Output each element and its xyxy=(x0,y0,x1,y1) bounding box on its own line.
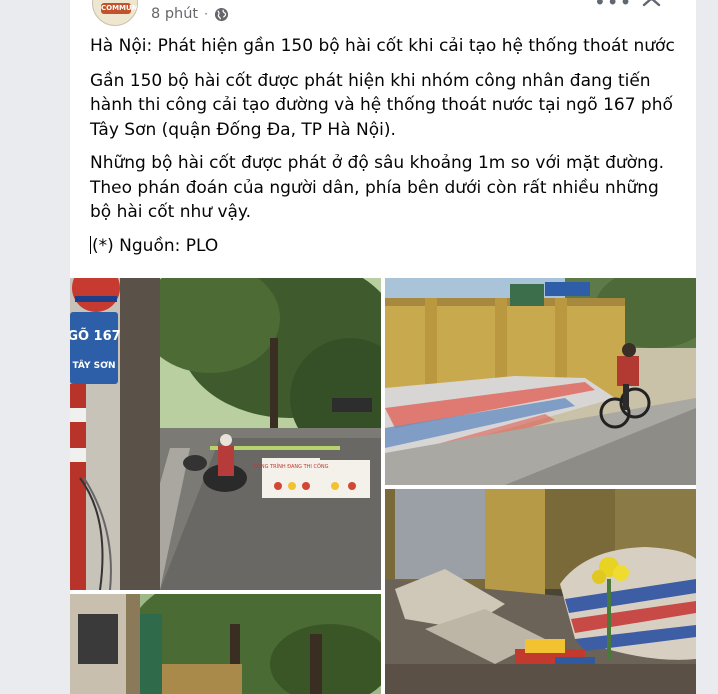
post-header: COMMUNE 8 phút · ••• xyxy=(70,0,696,32)
post-card: COMMUNE 8 phút · ••• Hà Nội: Phát hiện g… xyxy=(70,0,696,694)
post-meta: 8 phút · xyxy=(151,4,229,24)
avatar[interactable]: COMMUNE xyxy=(92,0,138,26)
street-sign-street: TÂY SƠN xyxy=(72,359,115,371)
globe-icon[interactable] xyxy=(214,7,229,22)
photo-tarps-street[interactable] xyxy=(385,278,696,485)
photo-street-sign[interactable]: GÕ 167 TÂY SƠN CÔNG TRÌNH ĐANG THI CÔNG xyxy=(70,278,381,590)
photo-street-trees[interactable] xyxy=(70,594,381,694)
photo-flowers-offering[interactable] xyxy=(385,489,696,694)
meta-separator: · xyxy=(204,7,208,21)
barrier-sign-title: CÔNG TRÌNH ĐANG THI CÔNG xyxy=(253,463,328,470)
post-title: Hà Nội: Phát hiện gần 150 bộ hài cốt khi… xyxy=(90,36,675,56)
post-text: Hà Nội: Phát hiện gần 150 bộ hài cốt khi… xyxy=(90,34,682,267)
ellipsis-icon[interactable]: ••• xyxy=(594,0,632,14)
avatar-logo: COMMUNE xyxy=(101,3,138,14)
post-source: (*) Nguồn: PLO xyxy=(92,235,219,256)
street-sign-number: GÕ 167 xyxy=(70,328,121,344)
post-paragraph-1: Gần 150 bộ hài cốt được phát hiện khi nh… xyxy=(90,70,673,140)
post-source-line: (*) Nguồn: PLO xyxy=(90,234,682,259)
post-time[interactable]: 8 phút xyxy=(151,6,198,22)
post-paragraph-2: Những bộ hài cốt được phát ở độ sâu khoả… xyxy=(90,153,665,222)
text-cursor xyxy=(90,235,91,254)
close-icon[interactable] xyxy=(638,0,666,16)
